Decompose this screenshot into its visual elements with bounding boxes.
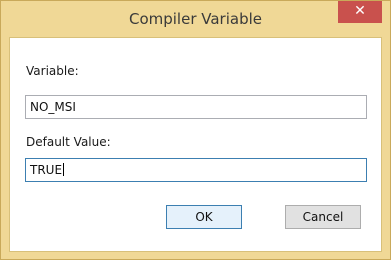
default-value-input[interactable]: TRUE xyxy=(25,158,367,182)
window-title: Compiler Variable xyxy=(128,10,262,28)
variable-label: Variable: xyxy=(26,64,79,78)
close-button[interactable]: ✕ xyxy=(338,1,382,23)
title-bar[interactable]: Compiler Variable ✕ xyxy=(1,1,390,37)
default-value-label: Default Value: xyxy=(26,135,111,149)
default-value-input-value: TRUE xyxy=(30,163,63,177)
variable-input[interactable]: NO_MSI xyxy=(25,95,367,119)
ok-button[interactable]: OK xyxy=(166,205,242,229)
dialog-window: Compiler Variable ✕ Variable: NO_MSI Def… xyxy=(0,0,391,260)
text-caret xyxy=(63,163,65,176)
cancel-button[interactable]: Cancel xyxy=(285,205,361,229)
close-icon: ✕ xyxy=(354,3,366,19)
dialog-content: Variable: NO_MSI Default Value: TRUE OK … xyxy=(9,37,382,252)
variable-input-value: NO_MSI xyxy=(30,100,76,114)
